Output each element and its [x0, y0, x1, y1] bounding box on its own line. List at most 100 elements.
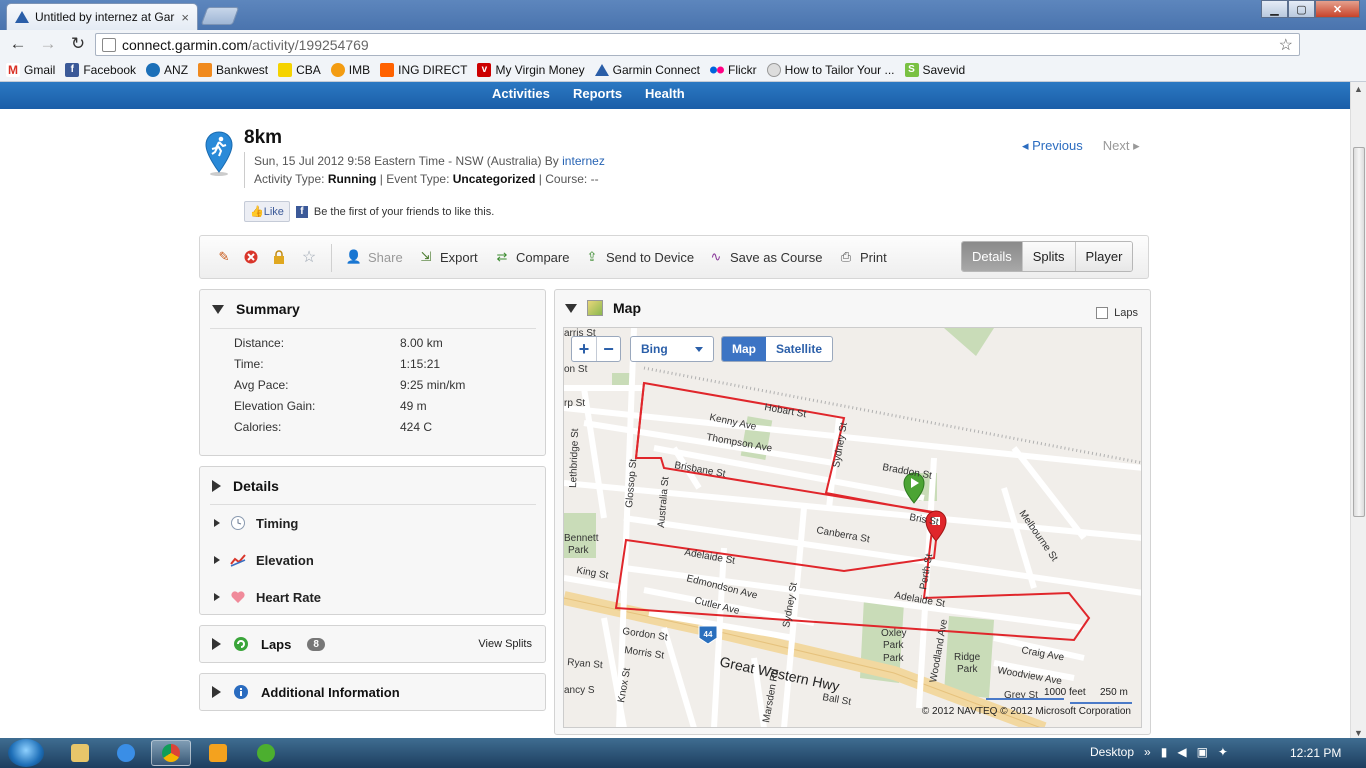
scroll-down-icon[interactable]: ▼	[1354, 728, 1363, 738]
map-canvas[interactable]: 44 Hobart St Kenny Ave Thompson Ave Bris…	[564, 328, 1142, 728]
bookmark-gmail[interactable]: M Gmail	[6, 62, 55, 77]
taskbar-explorer[interactable]	[60, 740, 100, 766]
expand-triangle-icon	[214, 519, 220, 527]
event-type-value[interactable]: Uncategorized	[453, 172, 536, 186]
system-tray: Desktop » ▮ ◀ ▣ ✦	[1090, 745, 1228, 759]
dropbox-icon[interactable]: ✦	[1218, 745, 1228, 759]
nav-activities[interactable]: Activities	[492, 86, 550, 101]
window-titlebar: Untitled by internez at Garmin Connect ×…	[0, 0, 1366, 30]
details-header[interactable]: Details	[212, 478, 279, 494]
tab-close-icon[interactable]: ×	[181, 10, 189, 25]
scroll-thumb[interactable]	[1353, 147, 1365, 517]
back-arrow-icon[interactable]: ←	[8, 34, 28, 54]
map-type-map-button[interactable]: Map	[722, 337, 766, 361]
export-button[interactable]: ⇲ Export	[418, 249, 478, 265]
next-link[interactable]: Next ▸	[1103, 138, 1140, 154]
svg-text:ancy S: ancy S	[564, 685, 595, 696]
zoom-in-button[interactable]: +	[572, 337, 596, 361]
like-button[interactable]: 👍Like	[244, 201, 290, 222]
favorite-button[interactable]: ☆	[301, 249, 317, 266]
tab-player[interactable]: Player	[1074, 242, 1133, 271]
page-scrollbar[interactable]: ▲ ▼	[1350, 82, 1366, 740]
privacy-button[interactable]	[271, 249, 287, 265]
edit-button[interactable]: ✎	[216, 249, 232, 265]
activity-title[interactable]: 8km	[244, 127, 282, 149]
delete-button[interactable]	[243, 249, 259, 265]
bookmark-star-icon[interactable]: ☆	[1279, 35, 1293, 55]
desktop-toolbar[interactable]: Desktop	[1090, 745, 1134, 759]
stat-calories: Calories: 424 C	[234, 420, 433, 434]
bookmark-tailor[interactable]: How to Tailor Your ...	[766, 62, 895, 77]
taskbar-ie[interactable]	[106, 740, 146, 766]
laps-toggle[interactable]: Laps	[1096, 307, 1138, 319]
save-as-course-button[interactable]: ∿ Save as Course	[708, 249, 823, 265]
tray-expand-icon[interactable]: »	[1144, 745, 1151, 759]
details-elevation[interactable]: Elevation	[214, 552, 314, 568]
laps-header[interactable]: Laps 8	[212, 636, 325, 652]
start-button[interactable]	[8, 739, 44, 767]
share-button[interactable]: 👤 Share	[346, 249, 403, 265]
bookmark-facebook[interactable]: f Facebook	[65, 62, 136, 77]
bookmark-cba[interactable]: CBA	[278, 62, 321, 77]
print-button[interactable]: ⎙ Print	[838, 249, 887, 265]
address-bar[interactable]: connect.garmin.com/activity/199254769 ☆	[95, 33, 1300, 56]
bookmark-anz[interactable]: ANZ	[146, 62, 188, 77]
nav-reports[interactable]: Reports	[573, 86, 622, 101]
tab-details[interactable]: Details	[962, 242, 1022, 271]
nav-health[interactable]: Health	[645, 86, 685, 101]
map-header[interactable]: Map	[565, 300, 641, 316]
stat-elevation-gain: Elevation Gain: 49 m	[234, 399, 427, 413]
summary-header[interactable]: Summary	[212, 301, 300, 317]
browser-tab-active[interactable]: Untitled by internez at Garmin Connect ×	[6, 3, 198, 30]
divider	[210, 328, 536, 329]
forward-arrow-icon[interactable]: →	[38, 34, 58, 54]
bookmark-ing-direct[interactable]: ING DIRECT	[380, 62, 467, 77]
virgin-icon: v	[477, 62, 492, 77]
details-heart-rate[interactable]: Heart Rate	[214, 589, 321, 605]
minimize-button[interactable]: ▁	[1261, 0, 1288, 18]
flickr-icon	[709, 66, 724, 73]
additional-info-panel: Additional Information	[199, 673, 546, 711]
compare-button[interactable]: ⇄ Compare	[494, 249, 570, 265]
activity-type-value[interactable]: Running	[328, 172, 377, 186]
scroll-up-icon[interactable]: ▲	[1354, 84, 1363, 94]
zoom-out-button[interactable]: −	[596, 337, 620, 361]
bookmark-savevid[interactable]: S Savevid	[904, 62, 965, 77]
additional-info-header[interactable]: Additional Information	[212, 684, 400, 700]
bookmark-imb[interactable]: IMB	[330, 62, 370, 77]
bookmark-virgin-money[interactable]: v My Virgin Money	[477, 62, 585, 77]
bookmark-flickr[interactable]: Flickr	[709, 63, 757, 77]
taskbar-utorrent[interactable]	[246, 740, 286, 766]
map-view[interactable]: 44 Hobart St Kenny Ave Thompson Ave Bris…	[563, 327, 1142, 728]
new-tab-button[interactable]	[200, 7, 240, 25]
activity-user-link[interactable]: internez	[562, 154, 605, 168]
previous-link[interactable]: ◂ Previous	[1022, 138, 1083, 154]
taskbar-chrome[interactable]	[151, 740, 191, 766]
taskbar-media[interactable]	[198, 740, 238, 766]
share-icon: 👤	[345, 249, 363, 264]
network-icon[interactable]: ▮	[1161, 745, 1168, 759]
close-window-button[interactable]: ✕	[1315, 0, 1360, 18]
bookmark-bankwest[interactable]: Bankwest	[198, 62, 268, 77]
savevid-icon: S	[904, 62, 919, 77]
map-type-satellite-button[interactable]: Satellite	[766, 337, 832, 361]
delete-icon	[243, 249, 259, 265]
window-controls: ▁ ▢ ✕	[1261, 0, 1360, 18]
taskbar-clock[interactable]: 12:21 PM	[1290, 746, 1341, 760]
svg-text:Oxley: Oxley	[881, 628, 907, 639]
laps-checkbox[interactable]	[1096, 307, 1109, 319]
reload-icon[interactable]: ↻	[68, 34, 88, 54]
tab-splits[interactable]: Splits	[1021, 242, 1075, 271]
expand-triangle-icon	[214, 593, 220, 601]
maximize-button[interactable]: ▢	[1288, 0, 1315, 18]
volume-icon[interactable]: ◀	[1177, 745, 1186, 759]
view-splits-link[interactable]: View Splits	[478, 638, 532, 650]
details-timing[interactable]: Timing	[214, 515, 298, 531]
anz-icon	[146, 62, 161, 77]
bookmark-garmin-connect[interactable]: Garmin Connect	[594, 63, 700, 77]
send-to-device-button[interactable]: ⇪ Send to Device	[584, 249, 695, 265]
device-icon[interactable]: ▣	[1197, 745, 1208, 759]
laps-panel: Laps 8 View Splits	[199, 625, 546, 663]
map-provider-select[interactable]: Bing	[630, 336, 714, 362]
facebook-like-box: 👍Like f Be the first of your friends to …	[244, 201, 494, 222]
